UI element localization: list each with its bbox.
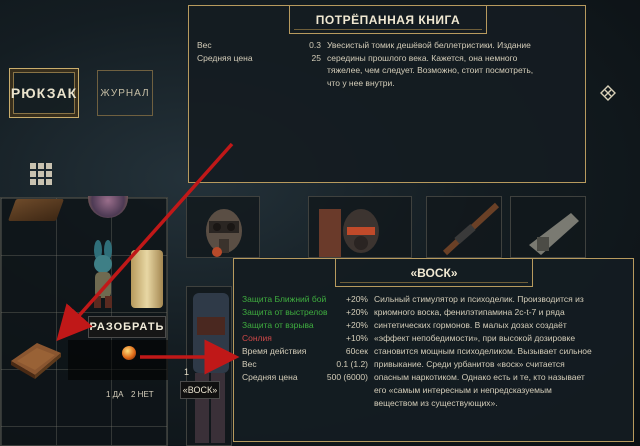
no-option[interactable]: 2 НЕТ (131, 390, 154, 399)
book-stat-price-value: 25 (311, 53, 321, 63)
book-stat-weight-value: 0.3 (309, 40, 321, 50)
wax-drug-item[interactable] (122, 346, 136, 360)
tab-journal[interactable]: ЖУРНАЛ (97, 70, 153, 116)
worn-book-item[interactable] (7, 337, 63, 381)
wax-description-line: «эффект непобедимости», при высокой дози… (374, 333, 576, 343)
wax-stat-duration-label: Время действия (242, 346, 307, 356)
rabbit-toy-item[interactable] (84, 240, 124, 310)
book-info-panel: ПОТРЁПАННАЯ КНИГА Вес 0.3 Средняя цена 2… (188, 5, 586, 183)
wax-stat-melee-label: Защита Ближний бой (242, 294, 327, 304)
rifle-icon (442, 202, 500, 256)
wax-description-line: веществом из существующих». (374, 398, 498, 408)
wax-stat-shots-label: Защита от выстрелов (242, 307, 328, 317)
wax-description-line: становится мощным психоделиком. Вызывает… (374, 346, 592, 356)
wax-description-line: его «самым интересным и непредсказуемым (374, 385, 552, 395)
wax-stat-shots-value: +20% (346, 307, 368, 317)
book-description-line: середины прошлого века. Кажется, она нем… (327, 52, 518, 63)
body-armor-icon (193, 293, 229, 443)
book-stat-weight-label: Вес (197, 40, 212, 50)
grid-view-icon[interactable] (30, 163, 52, 185)
disassemble-button[interactable]: РАЗОБРАТЬ (88, 316, 166, 338)
tab-backpack[interactable]: РЮКЗАК (9, 68, 79, 118)
wax-stat-duration-value: 60сек (345, 346, 368, 356)
close-icon[interactable] (600, 85, 616, 101)
wax-stat-melee-value: +20% (346, 294, 368, 304)
book-item-top[interactable] (7, 199, 65, 221)
book-description-line: что у нее внутри. (327, 77, 395, 88)
book-description-line: тяжелее, чем следует. Возможно, стоит по… (327, 65, 534, 75)
book-panel-title: ПОТРЁПАННАЯ КНИГА (289, 6, 487, 34)
wax-stat-price-label: Средняя цена (242, 372, 298, 382)
wax-stat-price-value: 500 (6000) (326, 372, 368, 382)
wax-stat-weight-value: 0.1 (1.2) (336, 359, 368, 369)
equipped-count: 1 (184, 367, 190, 377)
selected-row-highlight (68, 340, 168, 380)
equipped-item-label[interactable]: «ВОСК» (180, 381, 220, 399)
wax-stat-drowsy-label: Сонлия (242, 333, 272, 343)
yes-option[interactable]: 1 ДА (106, 390, 123, 399)
wax-description-line: привыкание. Среди урбанитов «воск» счита… (374, 359, 565, 369)
scroll-item[interactable] (131, 250, 163, 308)
gas-mask-helmet-icon (206, 209, 242, 257)
wax-stat-weight-label: Вес (242, 359, 257, 369)
slot-rifle[interactable] (426, 196, 502, 258)
wax-info-panel: «ВОСК» Защита Ближний бой +20% Защита от… (233, 258, 634, 442)
slot-helmet[interactable] (186, 196, 260, 258)
respirator-icon (319, 209, 379, 257)
book-stat-price-label: Средняя цена (197, 53, 253, 63)
wax-description-line: опасным наркотиком. Однако есть и те, кт… (374, 372, 585, 382)
slot-mask[interactable] (308, 196, 412, 258)
book-description-line: Увесистый томик дешёвой беллетристики. И… (327, 40, 531, 50)
wax-description-line: криомного воска, фенилэтипамина 2c-t-7 и… (374, 307, 565, 317)
wax-stat-blast-label: Защита от взрыва (242, 320, 314, 330)
slot-body-armor[interactable] (186, 286, 232, 446)
wax-description-line: Сильный стимулятор и психоделик. Произво… (374, 294, 584, 304)
wax-panel-title: «ВОСК» (335, 259, 533, 287)
wax-stat-drowsy-value: +10% (346, 333, 368, 343)
slot-weapon[interactable] (510, 196, 586, 258)
gun-icon (529, 213, 579, 255)
wax-description-line: синтетических гормонов. В малых дозах со… (374, 320, 567, 330)
wax-stat-blast-value: +20% (346, 320, 368, 330)
